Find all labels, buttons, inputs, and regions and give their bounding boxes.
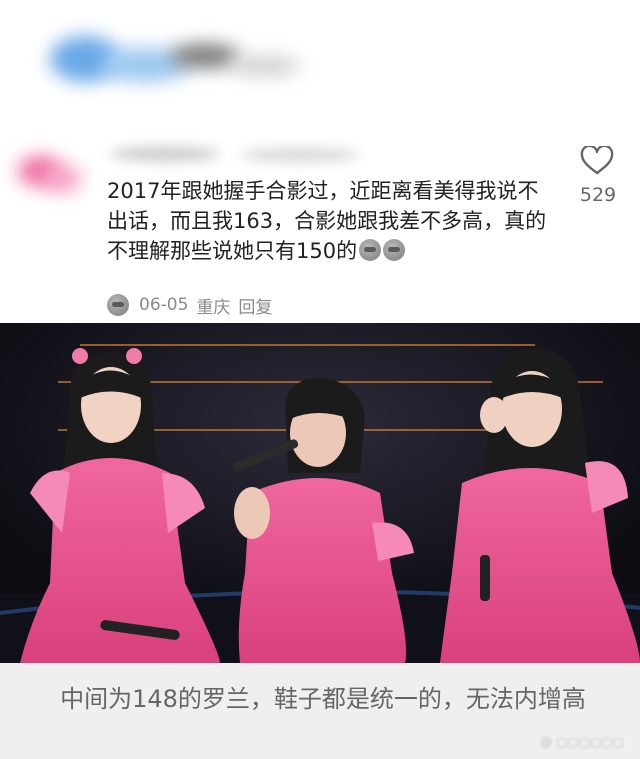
sweat-face-emoji-icon (359, 239, 382, 261)
stage-photo (0, 323, 640, 663)
comment-meta: 06-05 重庆 回复 (107, 292, 272, 318)
caption-text: 中间为148的罗兰，鞋子都是统一的，无法内增高 (60, 685, 586, 713)
blurred-header (30, 18, 320, 98)
comment-location: 重庆 (196, 297, 231, 318)
comment-item: 2017年跟她握手合影过，近距离看美得我说不出话，而且我163，合影她跟我差不多… (0, 130, 640, 320)
comment-date: 06-05 (139, 295, 189, 315)
sweat-face-emoji-icon (107, 294, 129, 316)
stage-photo-illustration (0, 323, 640, 663)
comment-text: 2017年跟她握手合影过，近距离看美得我说不出话，而且我163，合影她跟我差不多… (107, 176, 557, 266)
avatar[interactable] (14, 142, 94, 204)
watermark: @ ▢▢▢▢▢▢ (540, 735, 624, 749)
comment-text-content: 2017年跟她握手合影过，近距离看美得我说不出话，而且我163，合影她跟我差不多… (107, 179, 547, 263)
heart-outline-icon[interactable] (580, 146, 614, 176)
reply-button[interactable]: 回复 (238, 293, 272, 318)
sweat-face-emoji-icon (383, 239, 406, 261)
like-count: 529 (579, 184, 617, 206)
username[interactable] (110, 144, 370, 166)
image-caption: 中间为148的罗兰，鞋子都是统一的，无法内增高 @ ▢▢▢▢▢▢ (0, 663, 640, 759)
